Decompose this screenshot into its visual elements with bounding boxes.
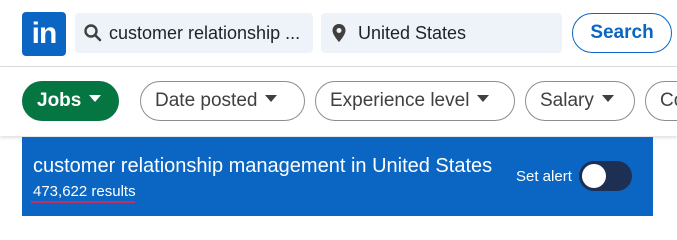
- date-posted-filter-button[interactable]: Date posted: [140, 81, 305, 121]
- experience-level-filter-label: Experience level: [330, 90, 470, 111]
- location-pin-icon: [332, 24, 346, 42]
- top-navigation-bar: in customer relationship ... United Stat…: [0, 0, 677, 66]
- search-button[interactable]: Search: [572, 13, 672, 53]
- caret-down-icon: [601, 95, 614, 103]
- search-icon: [84, 24, 102, 42]
- jobs-filter-button[interactable]: Jobs: [22, 81, 119, 121]
- caret-down-icon: [477, 95, 490, 103]
- set-alert-label: Set alert: [516, 168, 572, 185]
- filter-bar: Jobs Date posted Experience level Salary…: [0, 67, 677, 136]
- caret-down-icon: [89, 95, 102, 103]
- caret-down-icon: [265, 95, 278, 103]
- search-results-banner: customer relationship management in Unit…: [22, 137, 653, 216]
- company-filter-button[interactable]: Co: [645, 81, 677, 121]
- date-posted-filter-label: Date posted: [155, 90, 258, 111]
- jobs-filter-label: Jobs: [37, 90, 82, 111]
- results-title: customer relationship management in Unit…: [33, 155, 493, 177]
- toggle-knob: [582, 164, 606, 188]
- results-count-underline: [31, 201, 135, 203]
- search-input[interactable]: customer relationship ...: [75, 13, 313, 53]
- location-input[interactable]: United States: [321, 13, 562, 53]
- location-input-value[interactable]: United States: [358, 13, 466, 53]
- salary-filter-button[interactable]: Salary: [525, 81, 635, 121]
- set-alert-toggle[interactable]: [579, 161, 632, 191]
- linkedin-logo[interactable]: in: [22, 12, 66, 56]
- results-count: 473,622 results: [33, 183, 136, 200]
- experience-level-filter-button[interactable]: Experience level: [315, 81, 515, 121]
- company-filter-label: Co: [660, 90, 677, 111]
- salary-filter-label: Salary: [540, 90, 594, 111]
- search-input-value[interactable]: customer relationship ...: [109, 13, 300, 53]
